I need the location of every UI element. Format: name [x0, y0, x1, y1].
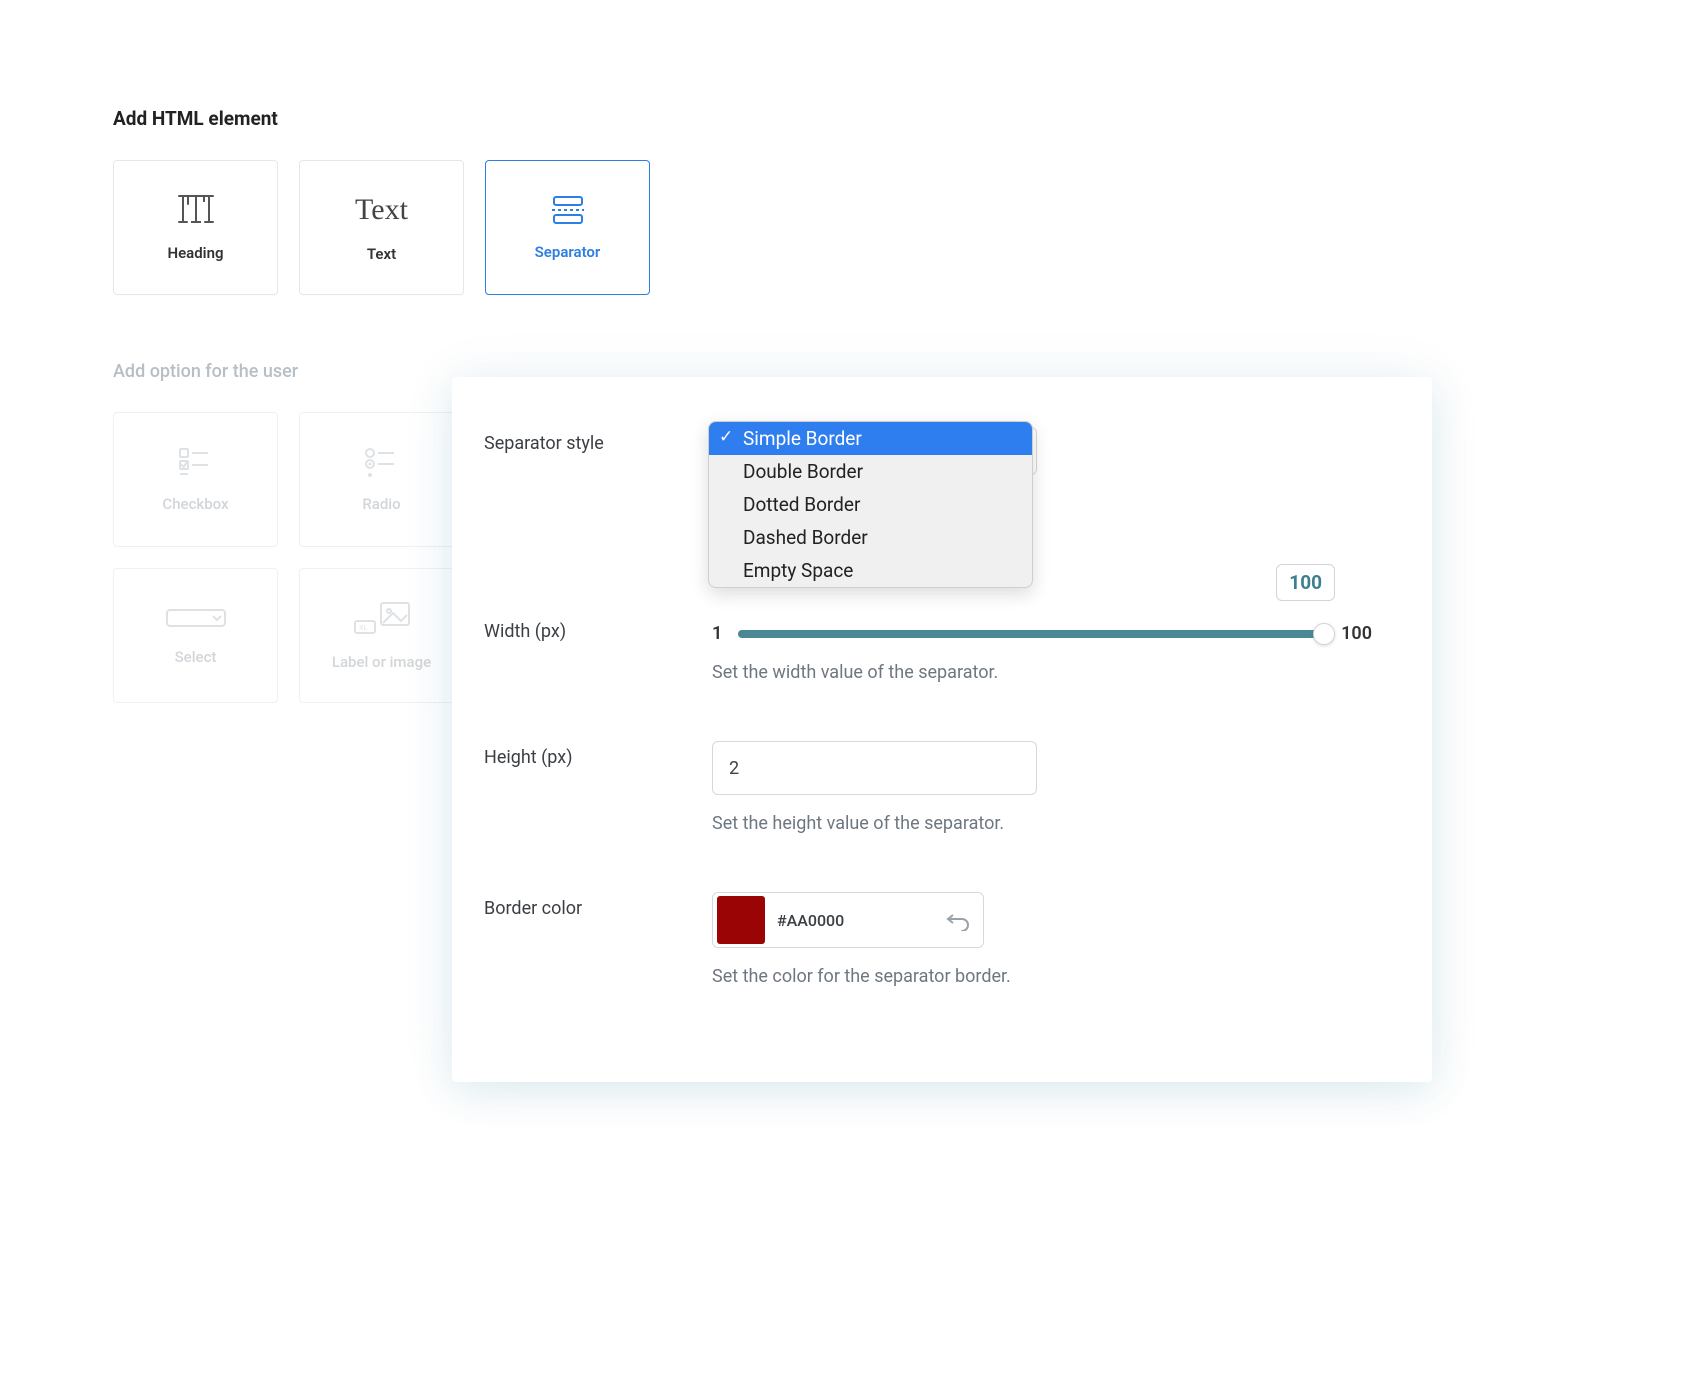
field-label-width: Width (px) — [484, 615, 712, 683]
section-title-html-elements: Add HTML element — [113, 107, 650, 130]
width-slider[interactable] — [738, 630, 1325, 638]
heading-icon — [177, 194, 215, 226]
card-label: Label or image — [332, 653, 431, 671]
card-label: Select — [175, 648, 217, 666]
card-heading[interactable]: Heading — [113, 160, 278, 295]
card-checkbox[interactable]: Checkbox — [113, 412, 278, 547]
dropdown-option-dashed-border[interactable]: Dashed Border — [709, 521, 1032, 554]
svg-text:XL: XL — [359, 625, 368, 632]
field-label-separator-style: Separator style — [484, 427, 712, 475]
dropdown-option-double-border[interactable]: Double Border — [709, 455, 1032, 488]
height-input[interactable]: 2 — [712, 741, 1037, 795]
dropdown-option-empty-space[interactable]: Empty Space — [709, 554, 1032, 587]
undo-icon[interactable] — [945, 909, 971, 931]
border-color-helper: Set the color for the separator border. — [712, 966, 1372, 987]
card-label-or-image[interactable]: XL Label or image — [299, 568, 464, 703]
card-radio[interactable]: Radio — [299, 412, 464, 547]
height-input-value: 2 — [729, 758, 739, 779]
card-label: Radio — [362, 495, 400, 513]
card-label: Text — [367, 245, 396, 263]
color-value-text: #AA0000 — [777, 911, 933, 930]
radio-icon — [364, 447, 400, 477]
height-helper: Set the height value of the separator. — [712, 813, 1372, 834]
text-icon: Text — [355, 193, 408, 227]
select-icon — [165, 606, 227, 630]
width-helper: Set the width value of the separator. — [712, 662, 1372, 683]
card-label: Heading — [167, 244, 223, 262]
border-color-input[interactable]: #AA0000 — [712, 892, 984, 948]
card-label: Checkbox — [162, 495, 228, 513]
card-separator[interactable]: Separator — [485, 160, 650, 295]
slider-max: 100 — [1341, 623, 1372, 644]
slider-min: 1 — [712, 623, 722, 644]
dropdown-option-dotted-border[interactable]: Dotted Border — [709, 488, 1032, 521]
card-label: Separator — [535, 243, 601, 261]
dropdown-option-simple-border[interactable]: Simple Border — [709, 422, 1032, 455]
label-image-icon: XL — [353, 601, 411, 635]
checkbox-icon — [178, 447, 214, 477]
width-value-badge: 100 — [1276, 564, 1335, 601]
card-select[interactable]: Select — [113, 568, 278, 703]
field-label-border-color: Border color — [484, 892, 712, 987]
separator-style-dropdown: Simple Border Double Border Dotted Borde… — [708, 421, 1033, 588]
slider-thumb[interactable] — [1313, 623, 1335, 645]
card-text[interactable]: Text Text — [299, 160, 464, 295]
color-swatch[interactable] — [717, 896, 765, 944]
field-label-height: Height (px) — [484, 741, 712, 834]
separator-settings-panel: Separator style Simple Border Double Bor… — [452, 377, 1432, 1082]
separator-icon — [548, 195, 588, 225]
